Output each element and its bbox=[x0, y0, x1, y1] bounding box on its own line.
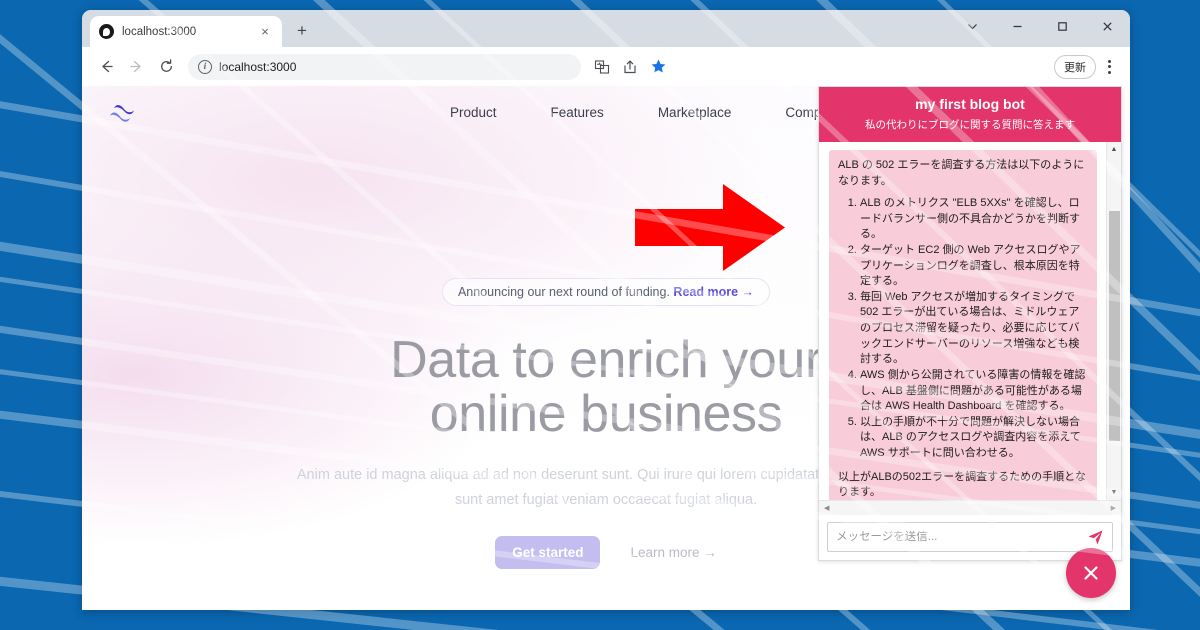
chat-scroll-region: ALB の 502 エラーを調査する方法は以下のようになります。 ALB のメト… bbox=[819, 142, 1106, 500]
scroll-left-icon[interactable]: ◀ bbox=[821, 504, 832, 512]
tab-title: localhost:3000 bbox=[122, 25, 197, 38]
chat-vertical-scrollbar[interactable]: ▲ ▼ bbox=[1106, 142, 1121, 500]
window-close-icon[interactable] bbox=[1085, 10, 1130, 42]
scrollbar-thumb[interactable] bbox=[1109, 211, 1120, 441]
translate-icon[interactable] bbox=[589, 54, 615, 80]
chat-widget: my first blog bot 私の代わりにブログに関する質問に答えます A… bbox=[818, 86, 1122, 561]
scroll-up-icon[interactable]: ▲ bbox=[1107, 142, 1122, 157]
chat-input-box[interactable] bbox=[827, 522, 1113, 552]
chat-title: my first blog bot bbox=[915, 96, 1025, 112]
forward-icon[interactable] bbox=[122, 53, 150, 81]
new-tab-button[interactable]: + bbox=[288, 17, 316, 45]
read-more-link[interactable]: Read more → bbox=[673, 285, 754, 299]
droplet-favicon bbox=[99, 24, 114, 39]
close-icon[interactable]: × bbox=[257, 25, 273, 38]
window-controls bbox=[950, 10, 1130, 42]
chat-header: my first blog bot 私の代わりにブログに関する質問に答えます bbox=[819, 87, 1121, 142]
page-viewport: Product Features Marketplace Company Ann… bbox=[82, 86, 1130, 610]
site-info-icon[interactable]: i bbox=[198, 59, 212, 74]
hero-cta-group: Get started Learn more → bbox=[495, 536, 717, 570]
chevron-down-icon[interactable] bbox=[950, 10, 995, 42]
update-button[interactable]: 更新 bbox=[1054, 54, 1096, 79]
chat-horizontal-scrollbar[interactable]: ◀ ▶ bbox=[819, 500, 1121, 515]
desktop-background: localhost:3000 × + i localhost:3000 更新 P… bbox=[0, 0, 1200, 630]
share-icon[interactable] bbox=[617, 54, 643, 80]
address-bar-url: localhost:3000 bbox=[219, 59, 297, 74]
nav-link-product[interactable]: Product bbox=[450, 105, 497, 120]
learn-more-link[interactable]: Learn more → bbox=[630, 545, 716, 560]
message-intro: ALB の 502 エラーを調査する方法は以下のようになります。 bbox=[838, 159, 1085, 187]
chat-message-input[interactable] bbox=[836, 531, 1081, 543]
list-item: 以上の手順が不十分で問題が解決しない場合は、ALB のアクセスログや調査内容を添… bbox=[860, 415, 1088, 462]
send-paperplane-icon[interactable] bbox=[1087, 529, 1104, 546]
announcement-banner[interactable]: Announcing our next round of funding. Re… bbox=[441, 278, 771, 306]
chat-subtitle: 私の代わりにブログに関する質問に答えます bbox=[865, 119, 1075, 131]
browser-window: localhost:3000 × + i localhost:3000 更新 P… bbox=[82, 10, 1130, 610]
browser-toolbar: i localhost:3000 更新 bbox=[82, 47, 1130, 86]
back-icon[interactable] bbox=[92, 53, 120, 81]
wave-logo-icon[interactable] bbox=[104, 99, 150, 129]
message-step-list: ALB のメトリクス "ELB 5XXs" を確認し、ロードバランサー側の不具合… bbox=[838, 196, 1088, 461]
announcement-text: Announcing our next round of funding. bbox=[457, 285, 670, 299]
hero-title-line1: Data to enrich your bbox=[390, 331, 822, 389]
close-x-icon bbox=[1084, 566, 1098, 580]
nav-link-features[interactable]: Features bbox=[551, 105, 604, 120]
message-closing: 以上がALBの502エラーを調査するための手順となります。 bbox=[838, 470, 1086, 499]
chat-message-area: ALB の 502 エラーを調査する方法は以下のようになります。 ALB のメト… bbox=[819, 142, 1121, 500]
minimize-icon[interactable] bbox=[995, 10, 1040, 42]
list-item: ALB のメトリクス "ELB 5XXs" を確認し、ロードバランサー側の不具合… bbox=[860, 196, 1088, 243]
get-started-button[interactable]: Get started bbox=[495, 536, 601, 570]
site-nav-links: Product Features Marketplace Company bbox=[450, 105, 843, 120]
chat-toggle-fab[interactable] bbox=[1066, 548, 1116, 598]
chat-message-bubble: ALB の 502 エラーを調査する方法は以下のようになります。 ALB のメト… bbox=[829, 150, 1097, 500]
scroll-down-icon[interactable]: ▼ bbox=[1107, 485, 1122, 500]
list-item: 毎回 Web アクセスが増加するタイミングで 502 エラーが出ている場合は、ミ… bbox=[860, 290, 1088, 368]
scrollbar-track[interactable] bbox=[1107, 157, 1121, 485]
list-item: ターゲット EC2 側の Web アクセスログやアプリケーションログを調査し、根… bbox=[860, 243, 1088, 290]
list-item: AWS 側から公開されている障害の情報を確認し、ALB 基盤側に問題がある可能性… bbox=[860, 368, 1088, 415]
reload-icon[interactable] bbox=[152, 53, 180, 81]
scroll-right-icon[interactable]: ▶ bbox=[1108, 504, 1119, 512]
browser-tabstrip: localhost:3000 × + bbox=[82, 10, 1130, 47]
address-bar[interactable]: i localhost:3000 bbox=[188, 53, 581, 80]
maximize-icon[interactable] bbox=[1040, 10, 1085, 42]
hero-title-line2: online business bbox=[429, 384, 783, 443]
page-title: Data to enrich your online business bbox=[390, 331, 822, 443]
bookmark-star-icon[interactable] bbox=[645, 54, 671, 80]
browser-tab[interactable]: localhost:3000 × bbox=[90, 16, 282, 47]
browser-menu-icon[interactable] bbox=[1098, 59, 1120, 74]
nav-link-marketplace[interactable]: Marketplace bbox=[658, 105, 732, 120]
